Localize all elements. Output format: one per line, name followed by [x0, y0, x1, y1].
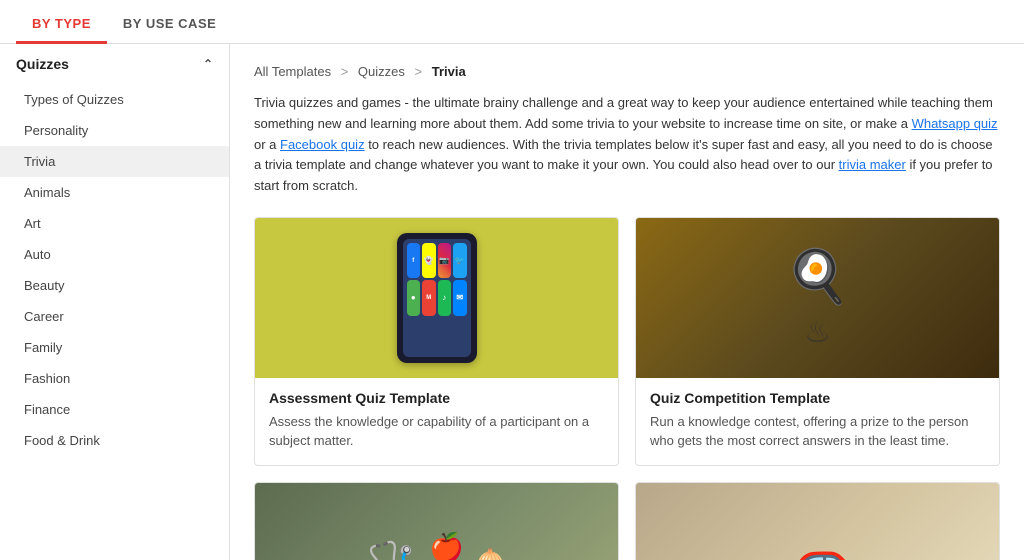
sidebar-section-quizzes[interactable]: Quizzes ⌃	[0, 44, 229, 84]
card-assessment-quiz-desc: Assess the knowledge or capability of a …	[269, 412, 604, 451]
car-icon: 🚗	[774, 522, 861, 560]
app-icon-spotify: ♪	[438, 280, 452, 315]
apple-icon: 🍎	[429, 531, 464, 560]
tab-by-type[interactable]: BY TYPE	[16, 6, 107, 44]
sidebar: Quizzes ⌃ Types of Quizzes Personality T…	[0, 44, 230, 560]
sidebar-item-auto[interactable]: Auto	[0, 239, 229, 270]
app-icon-gmail: M	[422, 280, 436, 315]
card-assessment-quiz[interactable]: f 👻 📷 🐦 ● M ♪ ✉ As	[254, 217, 619, 466]
app-icon-snapchat: 👻	[422, 243, 436, 278]
sidebar-item-career[interactable]: Career	[0, 301, 229, 332]
tab-by-use-case[interactable]: BY USE CASE	[107, 6, 232, 44]
app-icon-instagram: 📷	[438, 243, 452, 278]
card-quiz-competition-image: 🍳 ♨	[636, 218, 999, 378]
onion-icon: 🧅	[476, 548, 506, 560]
card-quiz-competition-title: Quiz Competition Template	[650, 390, 985, 406]
card-quiz-competition-body: Quiz Competition Template Run a knowledg…	[636, 378, 999, 465]
sidebar-item-finance[interactable]: Finance	[0, 394, 229, 425]
phone-mockup: f 👻 📷 🐦 ● M ♪ ✉	[397, 233, 477, 363]
sidebar-item-beauty[interactable]: Beauty	[0, 270, 229, 301]
desc-text-mid1: or a	[254, 137, 280, 152]
top-navigation: BY TYPE BY USE CASE	[0, 0, 1024, 44]
facebook-link[interactable]: Facebook quiz	[280, 137, 365, 152]
breadcrumb-sep-2: >	[415, 64, 423, 79]
sidebar-item-personality[interactable]: Personality	[0, 115, 229, 146]
card-car-quiz-image: 🚗	[636, 483, 999, 560]
card-health-quiz[interactable]: 🩺 🍎 🥦 🧅 Health Quiz Template Test health…	[254, 482, 619, 560]
breadcrumb-all-templates[interactable]: All Templates	[254, 64, 331, 79]
card-quiz-competition-desc: Run a knowledge contest, offering a priz…	[650, 412, 985, 451]
app-icon-twitter: 🐦	[453, 243, 467, 278]
whatsapp-link[interactable]: Whatsapp quiz	[912, 116, 998, 131]
breadcrumb-current: Trivia	[432, 64, 466, 79]
stethoscope-icon: 🩺	[367, 539, 417, 560]
sidebar-item-fashion[interactable]: Fashion	[0, 363, 229, 394]
app-icon-messenger: ✉	[453, 280, 467, 315]
breadcrumb-quizzes[interactable]: Quizzes	[358, 64, 405, 79]
card-health-quiz-image: 🩺 🍎 🥦 🧅	[255, 483, 618, 560]
card-assessment-quiz-body: Assessment Quiz Template Assess the know…	[255, 378, 618, 465]
sidebar-section-label: Quizzes	[16, 56, 69, 72]
sidebar-item-art[interactable]: Art	[0, 208, 229, 239]
main-layout: Quizzes ⌃ Types of Quizzes Personality T…	[0, 44, 1024, 560]
sidebar-item-family[interactable]: Family	[0, 332, 229, 363]
trivia-maker-link[interactable]: trivia maker	[839, 157, 906, 172]
sidebar-item-types-of-quizzes[interactable]: Types of Quizzes	[0, 84, 229, 115]
sidebar-item-animals[interactable]: Animals	[0, 177, 229, 208]
card-assessment-quiz-image: f 👻 📷 🐦 ● M ♪ ✉	[255, 218, 618, 378]
cards-grid: f 👻 📷 🐦 ● M ♪ ✉ As	[254, 217, 1000, 560]
steam-icon: ♨	[804, 315, 831, 350]
page-description: Trivia quizzes and games - the ultimate …	[254, 93, 1000, 197]
chevron-up-icon: ⌃	[203, 57, 213, 71]
card-car-quiz[interactable]: 🚗 Car Quiz Template Test your knowledge …	[635, 482, 1000, 560]
desc-text-before: Trivia quizzes and games - the ultimate …	[254, 95, 993, 131]
app-icon-facebook: f	[407, 243, 421, 278]
app-icon-chrome: ●	[407, 280, 421, 315]
sidebar-item-trivia[interactable]: Trivia	[0, 146, 229, 177]
cooking-pot-icon: 🍳	[785, 246, 850, 307]
content-area: All Templates > Quizzes > Trivia Trivia …	[230, 44, 1024, 560]
card-quiz-competition[interactable]: 🍳 ♨ Quiz Competition Template Run a know…	[635, 217, 1000, 466]
sidebar-item-food-drink[interactable]: Food & Drink	[0, 425, 229, 456]
breadcrumb-sep-1: >	[341, 64, 349, 79]
breadcrumb: All Templates > Quizzes > Trivia	[254, 64, 1000, 79]
card-assessment-quiz-title: Assessment Quiz Template	[269, 390, 604, 406]
